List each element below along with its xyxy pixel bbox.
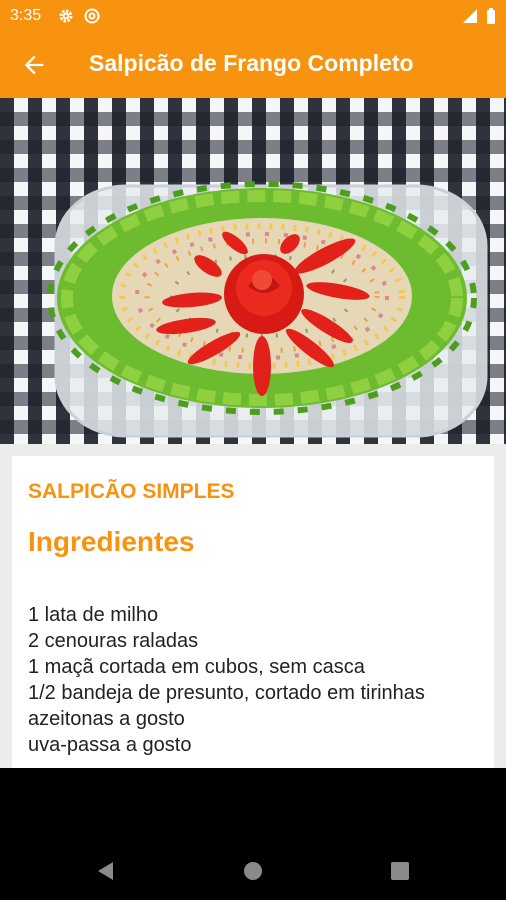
recipe-subtitle: SALPICÃO SIMPLES bbox=[28, 480, 235, 503]
back-triangle-icon[interactable] bbox=[96, 861, 116, 881]
page-title: Salpicão de Frango Completo bbox=[89, 50, 414, 76]
recipe-card: SALPICÃO SIMPLES Ingredientes 1 lata de … bbox=[12, 456, 494, 776]
app-bar: Salpicão de Frango Completo bbox=[0, 32, 506, 98]
system-nav-bar bbox=[0, 768, 506, 900]
ingredients-heading: Ingredientes bbox=[28, 526, 195, 557]
battery-icon bbox=[487, 8, 495, 24]
ingredient-item: azeitonas a gosto bbox=[28, 708, 185, 730]
at-sign-icon bbox=[84, 8, 100, 24]
ingredient-item: 1 lata de milho bbox=[28, 604, 159, 626]
status-time: 3:35 bbox=[10, 7, 42, 24]
status-bar: 3:35 bbox=[0, 0, 506, 32]
ingredients-list: 1 lata de milho 2 cenouras raladas 1 maç… bbox=[28, 602, 425, 758]
salad-illustration bbox=[47, 181, 488, 438]
recents-square-icon[interactable] bbox=[390, 861, 410, 881]
signal-icon bbox=[463, 9, 477, 23]
home-circle-icon[interactable] bbox=[243, 861, 263, 881]
ingredient-item: 1 maçã cortada em cubos, sem casca bbox=[28, 656, 365, 678]
arrow-left-icon[interactable] bbox=[20, 51, 48, 79]
ingredient-item: 1/2 bandeja de presunto, cortado em tiri… bbox=[28, 682, 425, 704]
ingredient-item: 2 cenouras raladas bbox=[28, 630, 199, 652]
gear-icon bbox=[59, 9, 73, 23]
ingredient-item: uva-passa a gosto bbox=[28, 734, 192, 756]
recipe-photo bbox=[0, 98, 506, 444]
